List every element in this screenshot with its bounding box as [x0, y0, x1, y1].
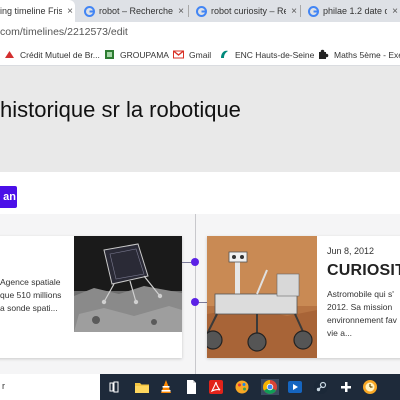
timeline-card-curiosity[interactable]: Jun 8, 2012 CURIOSIT Astromobile qui s' … — [207, 236, 400, 358]
google-icon — [84, 5, 95, 17]
google-icon — [196, 5, 207, 17]
document-icon[interactable] — [183, 379, 199, 395]
card-text-line: 2012. Sa mission — [327, 302, 393, 312]
tab-timeline[interactable]: ing timeline Fris × — [0, 0, 75, 22]
bookmark-label: Maths 5ème - Exerc — [334, 49, 400, 60]
chrome-icon[interactable] — [261, 379, 279, 395]
plus-icon[interactable] — [338, 379, 354, 395]
bookmark-gmail[interactable]: Gmail — [173, 49, 211, 60]
clock-app-icon[interactable] — [362, 379, 378, 395]
curiosity-rover-image — [207, 236, 317, 358]
close-icon[interactable]: × — [390, 6, 400, 17]
bookmark-label: ENC Hauts-de-Seine — [235, 49, 315, 60]
bookmarks-bar: Crédit Mutuel de Br... GROUPAMA Gmail EN… — [0, 44, 400, 66]
close-icon[interactable]: × — [65, 6, 75, 17]
philae-lander-image — [74, 236, 182, 332]
card-text-line: environnement fav — [327, 315, 397, 325]
media-icon[interactable] — [287, 379, 303, 395]
card-title: CURIOSIT — [327, 262, 400, 279]
tab-label: ing timeline Fris — [0, 6, 62, 16]
card-text-line: Agence spatiale — [0, 277, 61, 287]
task-view-icon[interactable] — [107, 379, 123, 395]
timeline-header: historique sr la robotique — [0, 66, 400, 172]
bookmark-label: GROUPAMA — [120, 49, 169, 60]
timeline-axis — [195, 214, 196, 374]
puzzle-icon — [318, 49, 329, 60]
page-title: historique sr la robotique — [0, 97, 241, 122]
url-text[interactable]: com/timelines/2212573/edit — [0, 26, 128, 38]
bookmark-label: Crédit Mutuel de Br... — [20, 49, 100, 60]
close-icon[interactable]: × — [176, 6, 186, 17]
gmail-icon — [173, 49, 184, 60]
vlc-icon[interactable] — [158, 379, 174, 395]
card-text-line: que 510 millions — [0, 290, 62, 300]
acrobat-icon[interactable] — [208, 379, 224, 395]
timeline-card-philae[interactable]: Agence spatiale que 510 millions a sonde… — [0, 236, 182, 358]
steam-icon[interactable] — [313, 379, 329, 395]
paint-icon[interactable] — [234, 379, 250, 395]
tab-label: robot – Recherche G — [99, 6, 173, 16]
tab-label: robot curiosity – Rec — [211, 6, 286, 16]
header-action-button[interactable]: an — [0, 186, 17, 208]
tab-strip: ing timeline Fris × robot – Recherche G … — [0, 0, 400, 22]
google-icon — [308, 5, 319, 17]
timeline-dot[interactable] — [191, 258, 199, 266]
tab-divider — [188, 5, 189, 17]
card-text-line: a sonde spati... — [0, 303, 58, 313]
tab-robot-search[interactable]: robot – Recherche G × — [80, 0, 186, 22]
card-date: Jun 8, 2012 — [327, 246, 375, 256]
close-icon[interactable]: × — [289, 6, 299, 17]
card-text-line: Astromobile qui s' — [327, 289, 394, 299]
tab-philae[interactable]: philae 1.2 date de c × — [304, 0, 400, 22]
tab-robot-curiosity[interactable]: robot curiosity – Rec × — [192, 0, 299, 22]
card-text-line: vie a... — [327, 328, 353, 338]
timeline-dot[interactable] — [191, 298, 199, 306]
bookmark-credit-mutuel[interactable]: Crédit Mutuel de Br... — [4, 49, 100, 60]
tab-label: philae 1.2 date de c — [323, 6, 387, 16]
windows-taskbar: r — [0, 374, 400, 400]
bookmark-groupama[interactable]: GROUPAMA — [104, 49, 169, 60]
header-toolbar — [0, 172, 400, 214]
address-bar[interactable]: com/timelines/2212573/edit — [0, 22, 400, 44]
tab-divider — [300, 5, 301, 17]
bookmark-label: Gmail — [189, 49, 212, 60]
bookmark-enc[interactable]: ENC Hauts-de-Seine — [219, 49, 314, 60]
search-text: r — [2, 381, 5, 391]
bookmark-maths[interactable]: Maths 5ème - Exerc — [318, 49, 400, 60]
taskbar-search-box[interactable]: r — [0, 374, 100, 400]
bank-icon — [4, 49, 15, 60]
enc-icon — [219, 49, 230, 60]
file-explorer-icon[interactable] — [134, 379, 150, 395]
groupama-icon — [104, 49, 115, 60]
